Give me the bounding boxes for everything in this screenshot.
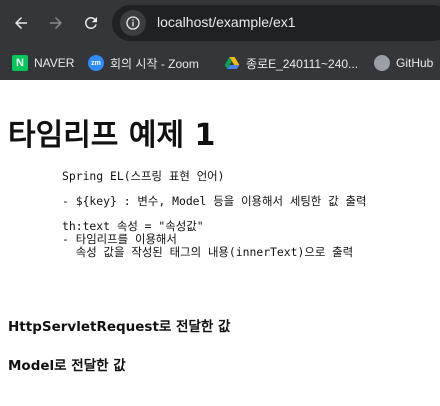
bookmarks-bar: N NAVER zm 회의 시작 - Zoom 종로E_240111~240..… bbox=[0, 46, 440, 80]
bookmark-naver[interactable]: N NAVER bbox=[12, 53, 74, 73]
model-value-text: Model로 전달한 값 bbox=[8, 358, 126, 374]
naver-icon: N bbox=[12, 55, 28, 71]
bookmark-drive[interactable]: 종로E_240111~240... bbox=[224, 53, 358, 73]
bookmark-label: 종로E_240111~240... bbox=[246, 56, 359, 71]
reload-button[interactable] bbox=[79, 11, 103, 35]
address-bar[interactable]: localhost/example/ex1 bbox=[112, 5, 440, 41]
preformatted-text: Spring EL(스프링 표현 언어) - ${key} : 변수, Mode… bbox=[62, 169, 367, 259]
forward-button[interactable] bbox=[44, 11, 68, 35]
bookmark-label: NAVER bbox=[34, 56, 75, 70]
browser-toolbar: localhost/example/ex1 bbox=[0, 0, 440, 46]
page-content: 타임리프 예제 1 Spring EL(스프링 표현 언어) - ${key} … bbox=[0, 80, 440, 406]
arrow-right-icon bbox=[50, 17, 62, 29]
reload-icon bbox=[84, 16, 97, 29]
page-title: 타임리프 예제 1 bbox=[8, 118, 216, 153]
github-icon bbox=[374, 55, 390, 71]
site-info-icon[interactable] bbox=[120, 10, 146, 36]
zoom-icon: zm bbox=[88, 55, 104, 71]
request-value-text: HttpServletRequest로 전달한 값 bbox=[8, 319, 231, 335]
bookmark-label: 회의 시작 - Zoom bbox=[110, 56, 199, 71]
google-drive-icon bbox=[224, 57, 240, 69]
bookmark-zoom[interactable]: zm 회의 시작 - Zoom bbox=[88, 53, 199, 73]
arrow-left-icon bbox=[15, 17, 27, 29]
back-button[interactable] bbox=[9, 11, 33, 35]
bookmark-github[interactable]: GitHub bbox=[374, 53, 433, 73]
bookmark-label: GitHub bbox=[396, 56, 434, 70]
url-text: localhost/example/ex1 bbox=[157, 14, 296, 30]
